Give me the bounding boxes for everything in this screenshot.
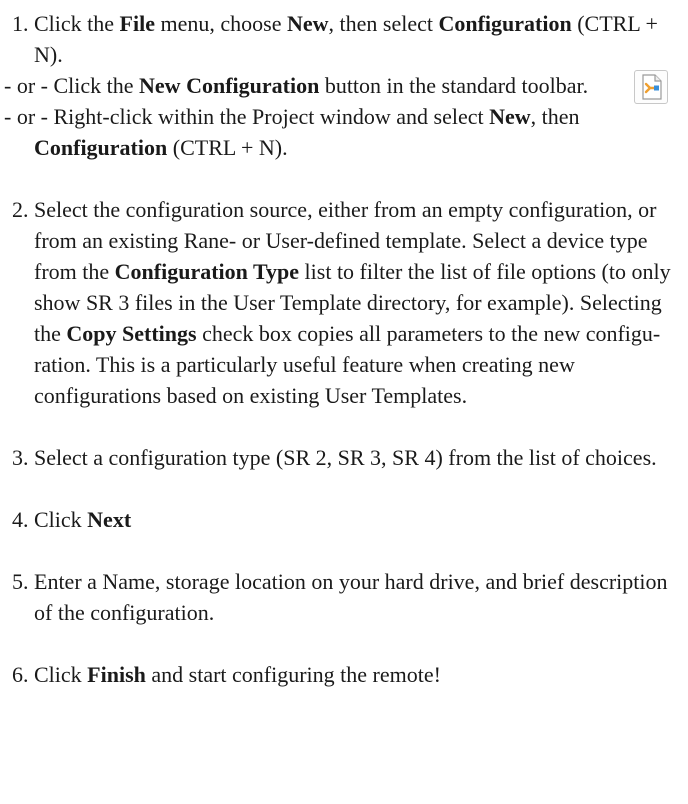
new-configuration-icon (634, 70, 668, 104)
step-number: 1. (12, 11, 34, 36)
menu-configuration: Configuration (34, 135, 168, 160)
step-5: 5. Enter a Name, storage location on you… (4, 566, 680, 628)
alt-text: button in the standard toolbar. (319, 73, 589, 98)
step-number: 6. (12, 662, 34, 687)
step-text: , then select (328, 11, 439, 36)
step-number: 4. (12, 507, 34, 532)
menu-file: File (119, 11, 155, 36)
step-text: Select a configuration type (SR 2, SR 3,… (34, 445, 657, 470)
step-1-alternative-toolbar: - or - Click the New Configuration butto… (4, 70, 680, 104)
instructions-document: 1. Click the File menu, choose New, then… (0, 0, 688, 804)
alt-text: (CTRL + N). (167, 135, 288, 160)
step-1-alternative-project: - or - Right-click within the Project wi… (4, 101, 680, 163)
configuration-type-label: Configuration Type (114, 259, 300, 284)
step-number: 2. (12, 197, 34, 222)
step-text: Click (34, 662, 88, 687)
step-4: 4. Click Next (4, 504, 680, 535)
step-text: menu, choose (154, 11, 287, 36)
menu-new: New (489, 104, 531, 129)
step-number: 5. (12, 569, 34, 594)
step-number: 3. (12, 445, 34, 470)
alt-text: , then (530, 104, 580, 129)
finish-label: Finish (87, 662, 146, 687)
copy-settings-label: Copy Settings (66, 321, 197, 346)
menu-configuration: Configuration (438, 11, 572, 36)
step-text: Click (34, 507, 88, 532)
menu-new: New (286, 11, 329, 36)
step-text: Click the (34, 11, 120, 36)
new-configuration-label: New Configuration (139, 73, 320, 98)
step-2: 2. Select the configuration source, eith… (4, 194, 680, 411)
step-1: 1. Click the File menu, choose New, then… (4, 8, 680, 70)
next-label: Next (87, 507, 132, 532)
step-text: and start configuring the remote! (145, 662, 441, 687)
step-text: Enter a Name, storage location on your h… (34, 569, 668, 625)
alt-text: - or - Click the (4, 73, 140, 98)
step-6: 6. Click Finish and start configuring th… (4, 659, 680, 690)
step-3: 3. Select a configuration type (SR 2, SR… (4, 442, 680, 473)
alt-text: - or - Right-click within the Project wi… (4, 104, 490, 129)
